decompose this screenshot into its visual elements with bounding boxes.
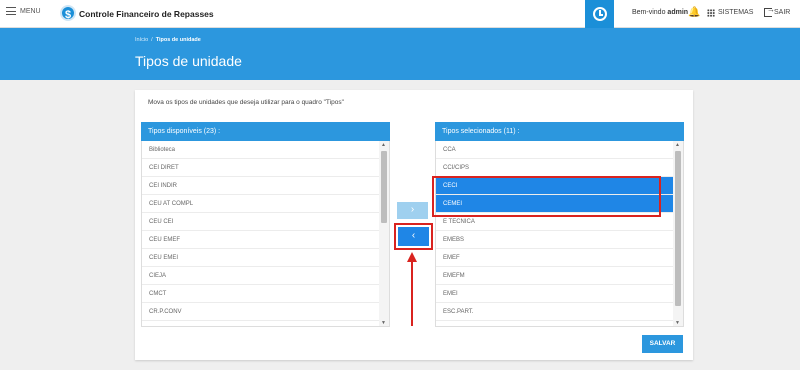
list-item[interactable]: CR.P.CONV bbox=[142, 303, 379, 321]
scroll-up-icon[interactable]: ▲ bbox=[675, 142, 680, 148]
scroll-down-icon[interactable]: ▼ bbox=[675, 320, 680, 326]
selected-types-list[interactable]: CCA CCI/CIPS CECI CEMEI E TECNICA EMEBS … bbox=[435, 141, 684, 327]
list-item[interactable]: Biblioteca bbox=[142, 141, 379, 159]
scroll-thumb[interactable] bbox=[675, 151, 681, 306]
app-title: Controle Financeiro de Repasses bbox=[79, 9, 214, 19]
list-item[interactable]: CMCT bbox=[142, 285, 379, 303]
list-item[interactable]: CIEJA bbox=[142, 267, 379, 285]
list-item[interactable]: CEU EMEI bbox=[142, 249, 379, 267]
breadcrumb-current: Tipos de unidade bbox=[155, 37, 201, 43]
selected-types-panel: Tipos selecionados (11) : CCA CCI/CIPS C… bbox=[435, 122, 684, 327]
instruction-text: Mova os tipos de unidades que deseja uti… bbox=[148, 99, 344, 106]
list-item[interactable]: EMEF bbox=[436, 249, 673, 267]
list-item[interactable]: CEI INDIR bbox=[142, 177, 379, 195]
highlight-box-selected-items bbox=[432, 176, 661, 217]
selected-types-header: Tipos selecionados (11) : bbox=[435, 122, 684, 141]
welcome-text: Bem-vindo admin bbox=[632, 9, 688, 16]
top-bar: MENU $ Controle Financeiro de Repasses B… bbox=[0, 0, 800, 28]
breadcrumb-separator: / bbox=[151, 37, 153, 43]
bell-icon[interactable]: 🔔 bbox=[688, 8, 700, 18]
username: admin bbox=[667, 9, 689, 16]
available-types-list[interactable]: Biblioteca CEI DIRET CEI INDIR CEU AT CO… bbox=[141, 141, 390, 327]
page-title: Tipos de unidade bbox=[135, 53, 242, 69]
grid-icon[interactable] bbox=[707, 9, 715, 17]
hamburger-icon bbox=[6, 7, 16, 15]
breadcrumb: Início / Tipos de unidade bbox=[135, 37, 201, 43]
available-types-header: Tipos disponíveis (23) : bbox=[141, 122, 390, 141]
menu-button[interactable]: MENU bbox=[6, 7, 41, 15]
list-item[interactable]: ESC.PART. bbox=[436, 303, 673, 321]
list-item[interactable]: EMEFM bbox=[436, 267, 673, 285]
content-card: Mova os tipos de unidades que deseja uti… bbox=[135, 90, 693, 360]
save-button[interactable]: SALVAR bbox=[642, 335, 683, 353]
scroll-thumb[interactable] bbox=[381, 151, 387, 223]
highlight-box-move-left bbox=[394, 223, 433, 250]
list-item[interactable]: EMEI bbox=[436, 285, 673, 303]
list-item[interactable]: EMEBS bbox=[436, 231, 673, 249]
scroll-down-icon[interactable]: ▼ bbox=[381, 320, 386, 326]
available-scrollbar[interactable]: ▲ ▼ bbox=[379, 141, 389, 326]
list-item[interactable]: CCA bbox=[436, 141, 673, 159]
annotation-arrow-line bbox=[411, 260, 413, 326]
selected-scrollbar[interactable]: ▲ ▼ bbox=[673, 141, 683, 326]
breadcrumb-home[interactable]: Início bbox=[135, 37, 148, 43]
exit-button[interactable]: SAIR bbox=[774, 9, 790, 16]
welcome-prefix: Bem-vindo bbox=[632, 9, 666, 16]
exit-icon[interactable] bbox=[764, 5, 775, 17]
list-item[interactable]: CEU EMEF bbox=[142, 231, 379, 249]
list-item[interactable]: CEI DIRET bbox=[142, 159, 379, 177]
menu-label: MENU bbox=[20, 7, 41, 15]
app-logo-icon: $ bbox=[60, 5, 76, 21]
clock-button[interactable] bbox=[585, 0, 614, 28]
list-item[interactable]: CCI/CIPS bbox=[436, 159, 673, 177]
page-banner: Início / Tipos de unidade Tipos de unidade bbox=[0, 28, 800, 80]
clock-icon bbox=[592, 7, 607, 21]
move-right-button[interactable]: › bbox=[397, 202, 428, 219]
list-item[interactable]: CEU CEI bbox=[142, 213, 379, 231]
systems-button[interactable]: SISTEMAS bbox=[718, 9, 753, 16]
available-types-panel: Tipos disponíveis (23) : Biblioteca CEI … bbox=[141, 122, 390, 327]
list-item[interactable]: CEU AT COMPL bbox=[142, 195, 379, 213]
scroll-up-icon[interactable]: ▲ bbox=[381, 142, 386, 148]
